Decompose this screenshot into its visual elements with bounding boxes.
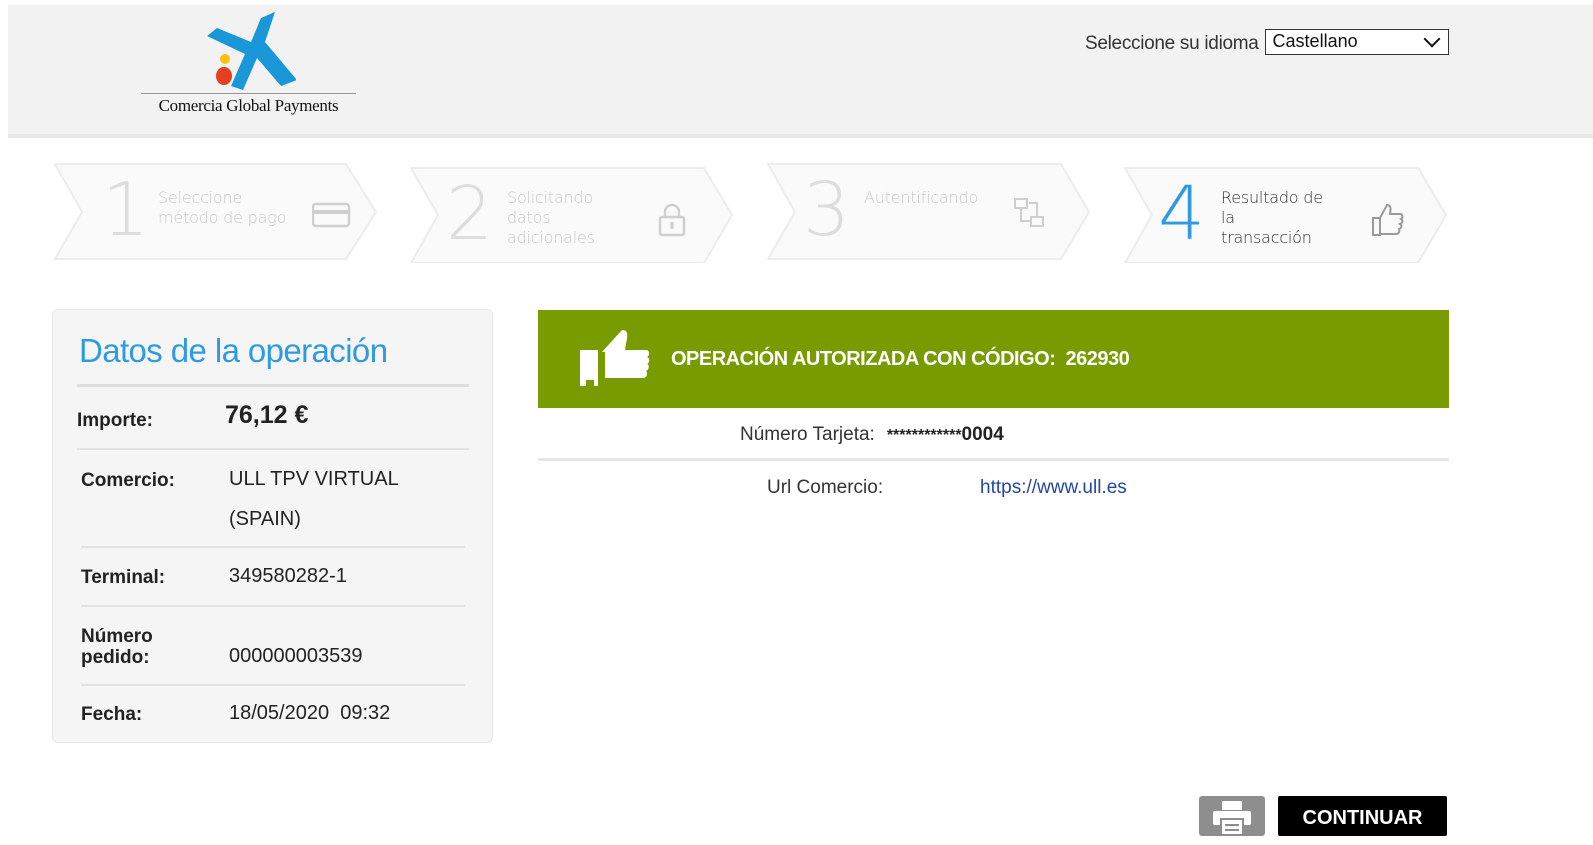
lock-icon xyxy=(658,203,686,237)
step-2: 2 Solicitando datos adicionales xyxy=(410,163,734,263)
step-1-number: 1 xyxy=(102,167,150,253)
merchant-url-link[interactable]: https://www.ull.es xyxy=(980,477,1127,499)
card-number-label: Número Tarjeta: xyxy=(740,424,875,445)
operation-details-card: Datos de la operación Importe: 76,12 € C… xyxy=(52,309,493,743)
merchant-row: Comercio: ULL TPV VIRTUAL (SPAIN) xyxy=(81,450,465,548)
company-logo: Comercia Global Payments xyxy=(141,10,356,120)
step-3: 3 Autentificando xyxy=(767,163,1091,263)
logo-divider xyxy=(141,93,356,94)
step-2-number: 2 xyxy=(446,171,494,257)
star-logo-icon xyxy=(207,12,296,90)
language-selector: Seleccione su idioma Castellano xyxy=(1085,29,1449,55)
card-number-masked: ************ xyxy=(886,427,962,444)
step-1-label: Seleccione método de pago xyxy=(158,188,287,227)
step-1: 1 Seleccione método de pago xyxy=(54,163,378,263)
step-2-label: Solicitando datos adicionales xyxy=(507,188,595,247)
authorized-message: OPERACIÓN AUTORIZADA CON CÓDIGO: 262930 xyxy=(671,348,1130,370)
merchant-url-label: Url Comercio: xyxy=(767,477,884,498)
order-row: Número pedido: 000000003539 xyxy=(81,607,465,686)
header: Comercia Global Payments Seleccione su i… xyxy=(8,5,1593,138)
chevron-down-icon xyxy=(1423,30,1441,48)
language-selected-value: Castellano xyxy=(1272,31,1358,51)
printer-icon xyxy=(1213,801,1251,835)
terminal-value: 349580282-1 xyxy=(229,565,347,587)
logo-text: Comercia Global Payments xyxy=(158,96,339,115)
thumbs-up-icon xyxy=(580,330,650,386)
amount-row: Importe: 76,12 € xyxy=(77,390,469,450)
step-3-number: 3 xyxy=(803,167,851,253)
language-select[interactable]: Castellano xyxy=(1264,29,1449,55)
date-row: Fecha: 18/05/2020 09:32 xyxy=(81,686,465,743)
authorized-banner: OPERACIÓN AUTORIZADA CON CÓDIGO: 262930 xyxy=(538,310,1449,408)
step-4-label: Resultado de la transacción xyxy=(1221,188,1323,247)
terminal-label: Terminal: xyxy=(81,567,166,588)
date-value: 18/05/2020 09:32 xyxy=(229,702,391,724)
exchange-icon xyxy=(1014,198,1044,227)
print-button[interactable] xyxy=(1199,796,1265,836)
step-3-label: Autentificando xyxy=(864,188,979,207)
continue-button[interactable]: CONTINUAR xyxy=(1278,796,1447,836)
date-label: Fecha: xyxy=(81,704,143,725)
order-label-line2: pedido: xyxy=(81,647,150,668)
merchant-value-line2: (SPAIN) xyxy=(229,508,301,530)
order-value: 000000003539 xyxy=(229,645,363,667)
order-label-line1: Número xyxy=(81,626,153,647)
step-4: 4 Resultado de la transacción xyxy=(1124,163,1448,263)
card-number-line: Número Tarjeta: ************0004 xyxy=(740,424,1004,446)
title-divider xyxy=(77,384,469,387)
amount-value: 76,12 € xyxy=(225,401,309,429)
terminal-row: Terminal: 349580282-1 xyxy=(81,548,465,607)
language-label: Seleccione su idioma xyxy=(1085,33,1259,54)
info-divider xyxy=(538,458,1449,461)
thumbs-up-icon xyxy=(1372,203,1404,236)
merchant-value-line1: ULL TPV VIRTUAL xyxy=(229,468,399,490)
credit-card-icon xyxy=(312,202,351,228)
card-number-last4: 0004 xyxy=(961,424,1004,445)
step-4-number: 4 xyxy=(1158,171,1206,257)
operation-details-title: Datos de la operación xyxy=(79,332,388,369)
amount-label: Importe: xyxy=(77,410,153,431)
merchant-label: Comercio: xyxy=(81,470,175,491)
